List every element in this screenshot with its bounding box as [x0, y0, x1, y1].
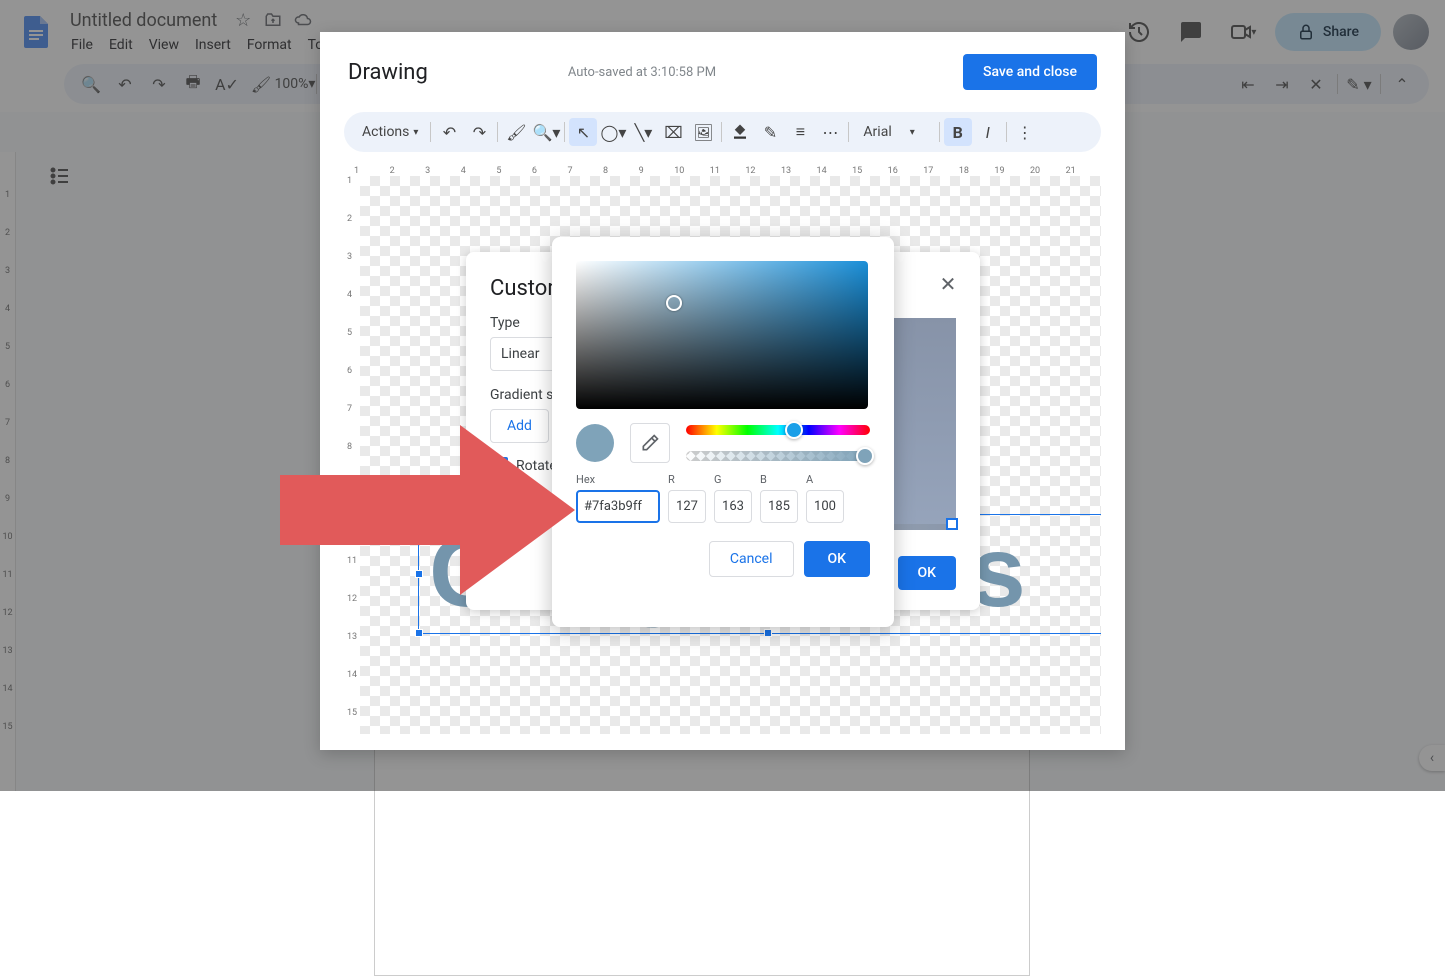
- drawing-title: Drawing: [348, 60, 428, 85]
- alpha-handle[interactable]: [856, 447, 874, 465]
- textbox-tool-icon[interactable]: ⌧: [659, 118, 687, 146]
- color-picker-dialog: Hex R G B A Cancel OK: [552, 237, 894, 627]
- select-tool-icon[interactable]: ↖: [569, 118, 597, 146]
- annotation-arrow-icon: [270, 420, 580, 604]
- b-label: B: [760, 473, 798, 486]
- border-dash-icon[interactable]: ⋯: [816, 118, 844, 146]
- line-tool-icon[interactable]: ╲▾: [629, 118, 657, 146]
- gradient-stop[interactable]: [946, 518, 958, 530]
- hue-slider[interactable]: [686, 425, 870, 435]
- color-swatch: [576, 424, 614, 462]
- custom-ok-button[interactable]: OK: [898, 556, 957, 590]
- border-weight-icon[interactable]: ≡: [786, 118, 814, 146]
- g-label: G: [714, 473, 752, 486]
- hue-handle[interactable]: [785, 421, 803, 439]
- drawing-toolbar: Actions▾ ↶ ↷ 🖌 🔍▾ ↖ ◯▾ ╲▾ ⌧ 🖼 ✎ ≡ ⋯ Aria…: [344, 112, 1101, 152]
- bold-icon[interactable]: B: [944, 118, 972, 146]
- save-and-close-button[interactable]: Save and close: [963, 54, 1097, 90]
- paint-format-icon[interactable]: 🖌: [502, 118, 530, 146]
- resize-handle[interactable]: [764, 629, 772, 637]
- actions-menu[interactable]: Actions▾: [354, 124, 426, 140]
- undo-icon[interactable]: ↶: [435, 118, 463, 146]
- b-input[interactable]: [760, 490, 798, 523]
- a-input[interactable]: [806, 490, 844, 523]
- g-input[interactable]: [714, 490, 752, 523]
- image-tool-icon[interactable]: 🖼: [689, 118, 717, 146]
- redo-icon[interactable]: ↷: [465, 118, 493, 146]
- more-icon[interactable]: ⋮: [1011, 118, 1039, 146]
- italic-icon[interactable]: I: [974, 118, 1002, 146]
- close-icon[interactable]: ✕: [936, 272, 960, 296]
- drawing-horizontal-ruler: 123456789101112131415161718192021: [344, 160, 1101, 176]
- saturation-value-picker[interactable]: [576, 261, 868, 409]
- zoom-icon[interactable]: 🔍▾: [532, 118, 560, 146]
- picker-cancel-button[interactable]: Cancel: [709, 541, 794, 577]
- picker-ok-button[interactable]: OK: [804, 541, 871, 577]
- r-input[interactable]: [668, 490, 706, 523]
- hex-input[interactable]: [576, 490, 660, 523]
- fill-color-icon[interactable]: [726, 118, 754, 146]
- eyedropper-icon[interactable]: [630, 423, 670, 463]
- r-label: R: [668, 473, 706, 486]
- alpha-slider[interactable]: [686, 451, 870, 461]
- border-color-icon[interactable]: ✎: [756, 118, 784, 146]
- resize-handle[interactable]: [415, 629, 423, 637]
- hex-label: Hex: [576, 473, 660, 486]
- sv-handle[interactable]: [666, 295, 682, 311]
- font-select[interactable]: Arial▾: [853, 124, 934, 140]
- shape-tool-icon[interactable]: ◯▾: [599, 118, 627, 146]
- a-label: A: [806, 473, 844, 486]
- autosave-status: Auto-saved at 3:10:58 PM: [444, 65, 947, 80]
